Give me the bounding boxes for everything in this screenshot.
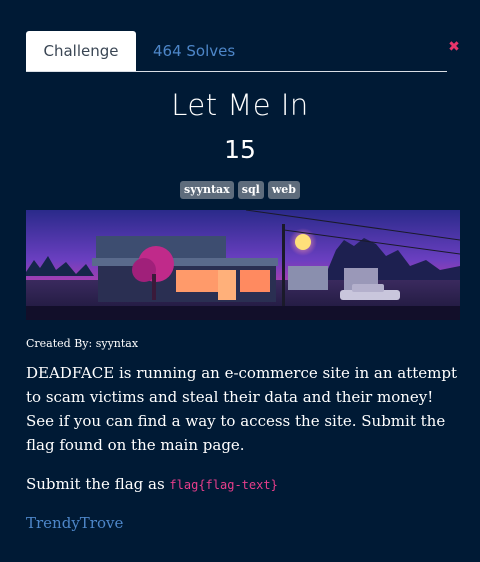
tag-badge: sql xyxy=(237,181,264,199)
created-by: Created By: syyntax xyxy=(26,337,139,350)
challenge-link[interactable]: TrendyTrove xyxy=(26,514,123,532)
tag-badge: web xyxy=(267,181,300,199)
challenge-banner-image xyxy=(26,210,460,320)
tag-list: syyntax sql web xyxy=(0,181,480,199)
tab-bar: Challenge 464 Solves xyxy=(26,31,447,72)
challenge-points: 15 xyxy=(224,135,256,164)
tab-challenge[interactable]: Challenge xyxy=(26,31,136,71)
close-icon[interactable]: ✖ xyxy=(447,40,461,54)
challenge-title: Let Me In xyxy=(171,88,309,122)
flag-format-code: flag{flag-text} xyxy=(169,478,278,492)
submit-instructions: Submit the flag as flag{flag-text} xyxy=(26,475,278,493)
submit-prefix: Submit the flag as xyxy=(26,475,170,493)
tag-badge: syyntax xyxy=(180,181,234,199)
tab-solves[interactable]: 464 Solves xyxy=(153,31,235,71)
challenge-description: DEADFACE is running an e-commerce site i… xyxy=(26,364,457,454)
